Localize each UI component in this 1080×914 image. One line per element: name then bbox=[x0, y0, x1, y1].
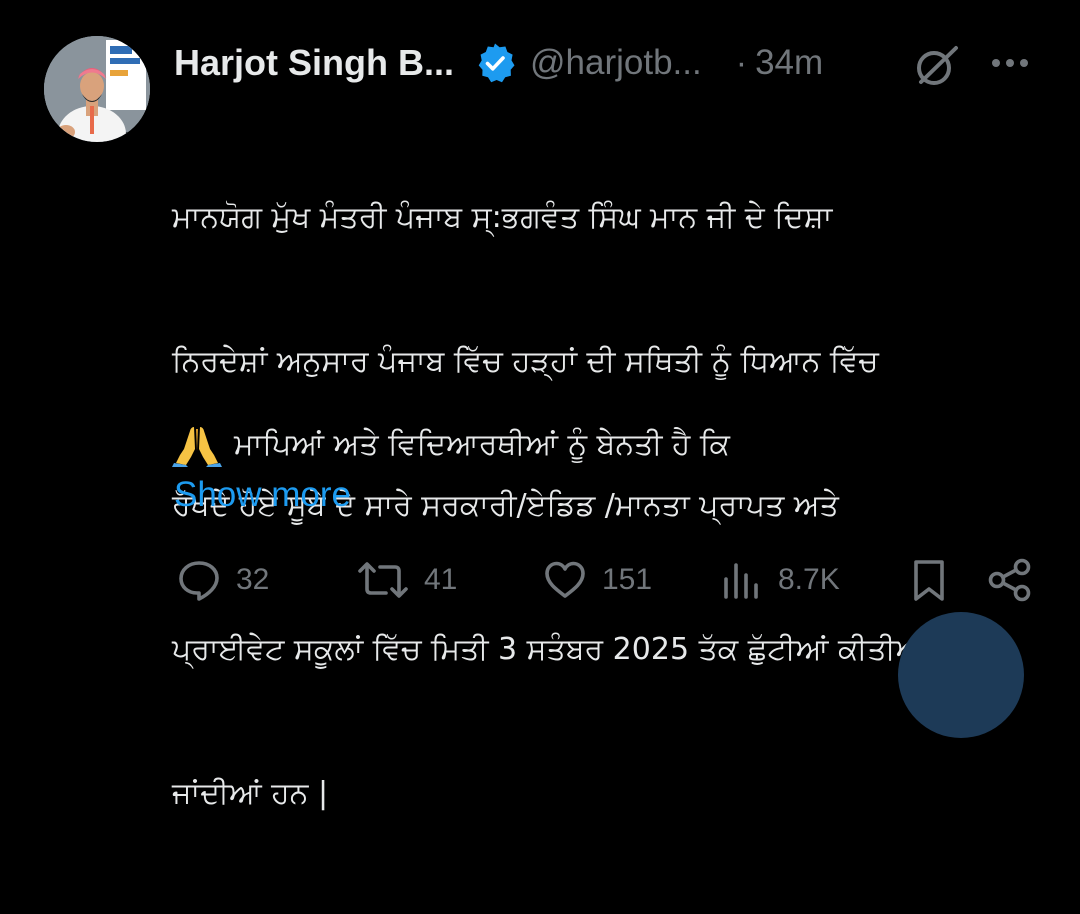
tweet-header: Harjot Singh B... @harjotb... · 34m bbox=[174, 36, 823, 90]
repost-count: 41 bbox=[424, 563, 458, 596]
repost-button[interactable]: 41 bbox=[356, 552, 457, 608]
folded-hands-icon bbox=[172, 423, 222, 467]
bookmark-icon bbox=[908, 557, 950, 603]
reply-bubble-icon bbox=[176, 557, 222, 603]
verified-badge-icon bbox=[474, 42, 516, 84]
views-button[interactable]: 8.7K bbox=[718, 552, 840, 608]
bookmark-button[interactable] bbox=[908, 552, 950, 608]
tweet[interactable]: Harjot Singh B... @harjotb... · 34m ਮਾਨਯ… bbox=[0, 0, 1080, 811]
compose-fab[interactable] bbox=[898, 612, 1024, 738]
views-count: 8.7K bbox=[778, 563, 840, 596]
action-bar: 32 41 151 8.7K bbox=[0, 552, 1080, 608]
share-button[interactable] bbox=[986, 552, 1034, 608]
like-button[interactable]: 151 bbox=[542, 552, 652, 608]
more-dots-icon[interactable] bbox=[987, 45, 1033, 81]
tweet-text-line: ਜਾਂਦੀਆਂ ਹਨ | bbox=[172, 776, 329, 811]
repost-icon bbox=[356, 557, 410, 603]
separator-dot: · bbox=[735, 43, 748, 82]
author-name[interactable]: Harjot Singh B... bbox=[174, 42, 454, 84]
tweet-text-line: ਨਿਰਦੇਸ਼ਾਂ ਅਨੁਸਾਰ ਪੰਜਾਬ ਵਿੱਚ ਹੜ੍ਹਾਂ ਦੀ ਸਥ… bbox=[172, 344, 879, 379]
views-bar-chart-icon bbox=[718, 557, 764, 603]
author-handle[interactable]: @harjotb... bbox=[530, 43, 702, 83]
tweet-second-paragraph-text: ਮਾਪਿਆਂ ਅਤੇ ਵਿਦਿਆਰਥੀਆਂ ਨੂੰ ਬੇਨਤੀ ਹੈ ਕਿ bbox=[234, 427, 730, 462]
avatar[interactable] bbox=[44, 36, 150, 142]
tweet-second-paragraph: ਮਾਪਿਆਂ ਅਤੇ ਵਿਦਿਆਰਥੀਆਂ ਨੂੰ ਬੇਨਤੀ ਹੈ ਕਿ bbox=[172, 420, 730, 470]
post-time[interactable]: 34m bbox=[755, 43, 823, 83]
show-more-link[interactable]: Show more bbox=[174, 472, 351, 518]
like-count: 151 bbox=[602, 563, 653, 596]
reply-button[interactable]: 32 bbox=[176, 552, 269, 608]
share-icon bbox=[986, 557, 1034, 603]
tweet-text-line: ਮਾਨਯੋਗ ਮੁੱਖ ਮੰਤਰੀ ਪੰਜਾਬ ਸ੍:ਭਗਵੰਤ ਸਿੰਘ ਮਾ… bbox=[172, 200, 833, 235]
reply-count: 32 bbox=[236, 563, 270, 596]
grok-icon[interactable] bbox=[912, 40, 962, 90]
heart-icon bbox=[542, 557, 588, 603]
